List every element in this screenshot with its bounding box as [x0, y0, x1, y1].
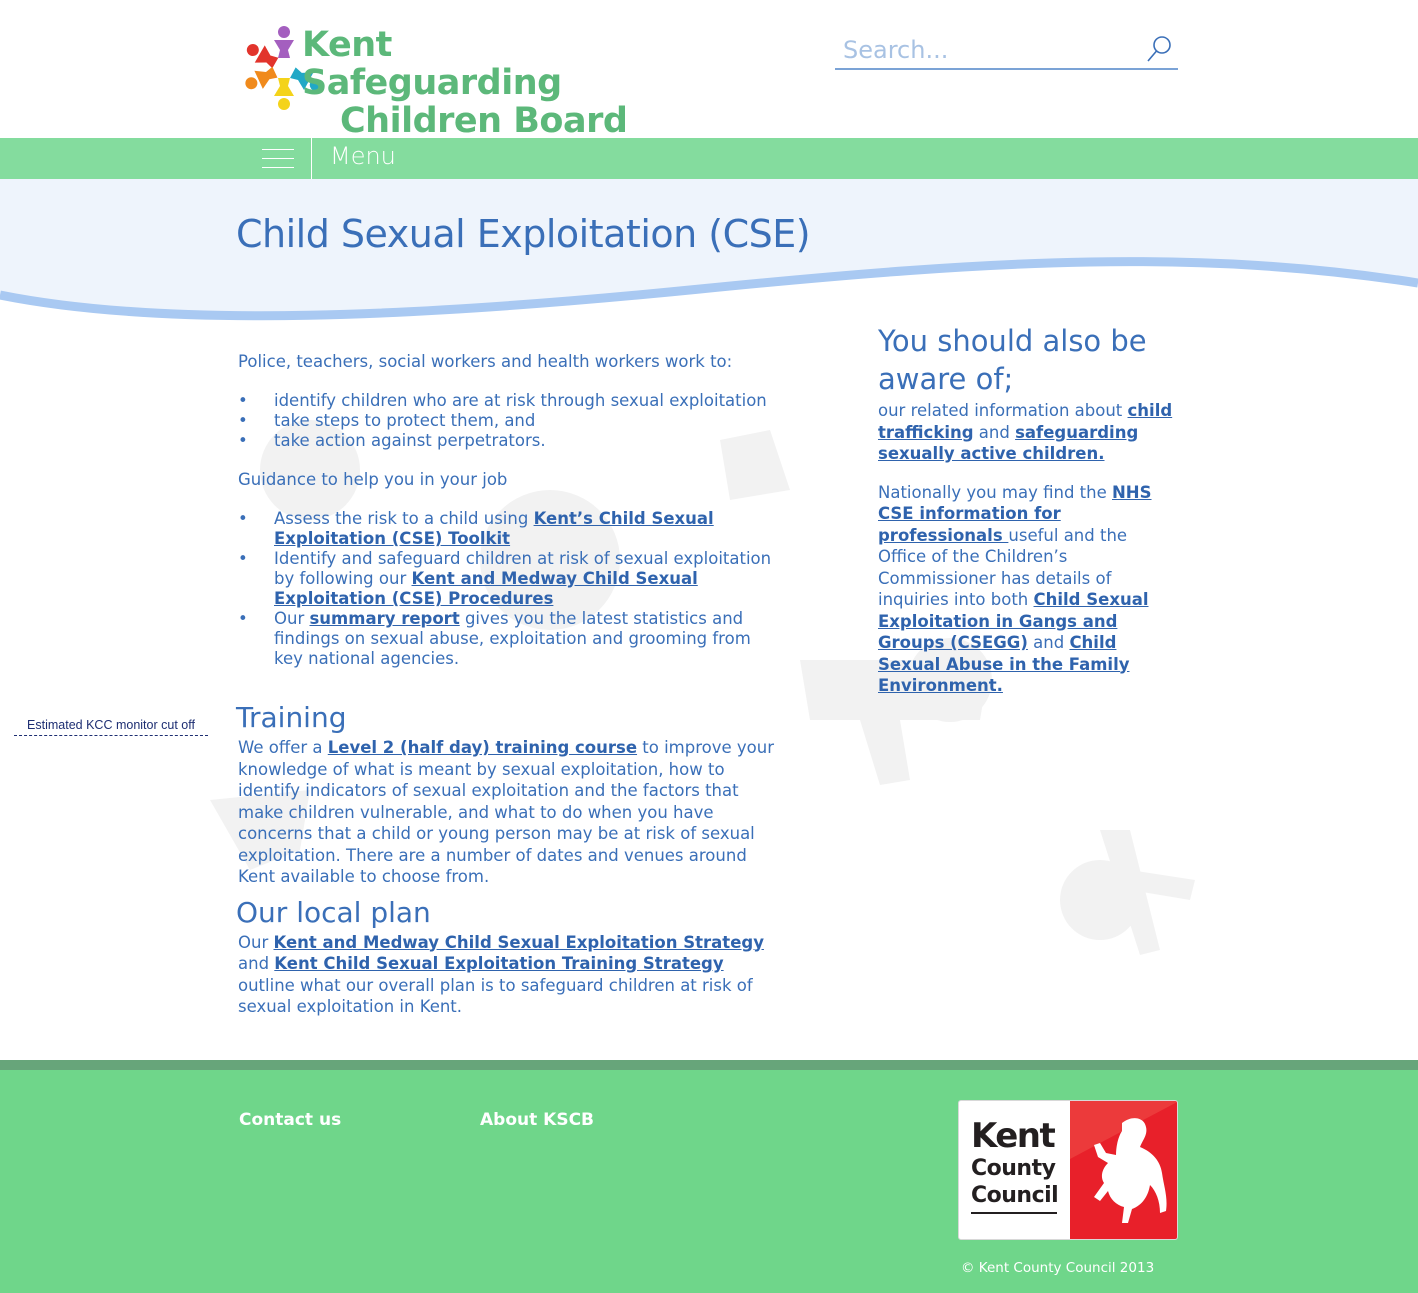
page-title: Child Sexual Exploitation (CSE) — [236, 212, 811, 256]
about-kscb-link[interactable]: About KSCB — [480, 1110, 594, 1130]
guidance-text: Our — [274, 609, 310, 628]
intro-text: Police, teachers, social workers and hea… — [238, 352, 733, 371]
list-item: take action against perpetrators. — [238, 431, 783, 451]
main-content: Police, teachers, social workers and hea… — [236, 352, 783, 1026]
search-input[interactable] — [843, 34, 1133, 66]
menu-bar: Menu — [0, 138, 1418, 179]
title-band-wave — [0, 179, 1418, 321]
kcc-line-1: Kent — [971, 1116, 1056, 1156]
sidebar-text: and — [1027, 633, 1070, 652]
guidance-text: Assess the risk to a child using — [274, 509, 534, 528]
plan-pre: Our — [238, 932, 274, 952]
list-item: take steps to protect them, and — [238, 411, 783, 431]
kcc-line-3: Council — [971, 1183, 1059, 1208]
sidebar-text: Nationally you may find the — [878, 482, 1112, 502]
kcc-red-panel — [1070, 1101, 1177, 1239]
search-box — [835, 30, 1178, 70]
site-logo[interactable]: Kent Safeguarding Children Board — [236, 16, 656, 140]
menu-divider — [311, 138, 312, 179]
kcc-rule — [971, 1212, 1057, 1214]
site-footer: Contact us About KSCB Kent County Counci… — [0, 1060, 1418, 1293]
list-item: Assess the risk to a child using Kent’s … — [238, 509, 783, 549]
training-strategy-link[interactable]: Kent Child Sexual Exploitation Training … — [274, 954, 723, 973]
search-icon[interactable] — [1144, 34, 1174, 64]
plan-mid: and — [238, 954, 275, 973]
list-item: Our summary report gives you the latest … — [238, 609, 783, 669]
plan-post: outline what our overall plan is to safe… — [238, 975, 753, 1017]
training-course-link[interactable]: Level 2 (half day) training course — [328, 738, 637, 757]
kcc-line-2: County — [971, 1156, 1056, 1181]
work-list: identify children who are at risk throug… — [238, 391, 783, 451]
copyright-text: © Kent County Council 2013 — [961, 1260, 1155, 1276]
training-post: to improve your knowledge of what is mea… — [238, 738, 775, 886]
sidebar: You should also be aware of; our related… — [878, 322, 1178, 714]
local-plan-heading: Our local plan — [236, 895, 431, 929]
summary-report-link[interactable]: summary report — [309, 609, 459, 628]
guidance-intro: Guidance to help you in your job — [238, 470, 508, 489]
cse-strategy-link[interactable]: Kent and Medway Child Sexual Exploitatio… — [273, 933, 763, 952]
sidebar-text: and — [973, 422, 1016, 442]
list-item: identify children who are at risk throug… — [238, 391, 783, 411]
local-plan-text: Our Kent and Medway Child Sexual Exploit… — [238, 932, 783, 1018]
training-pre: We offer a — [238, 738, 328, 757]
logo-wordmark: Kent Safeguarding Children Board — [302, 26, 656, 140]
sidebar-paragraph-2: Nationally you may find the NHS CSE info… — [878, 482, 1178, 697]
sidebar-heading: You should also be aware of; — [878, 324, 1147, 396]
training-text: We offer a Level 2 (half day) training c… — [238, 737, 783, 888]
hamburger-icon[interactable] — [262, 146, 296, 172]
sidebar-paragraph-1: our related information about child traf… — [878, 400, 1178, 465]
monitor-cutoff-marker: Estimated KCC monitor cut off — [14, 716, 208, 736]
kcc-logo[interactable]: Kent County Council — [958, 1100, 1178, 1240]
training-heading: Training — [236, 701, 347, 734]
kcc-horse-icon — [1070, 1101, 1177, 1223]
menu-button[interactable]: Menu — [330, 142, 396, 170]
site-header: Kent Safeguarding Children Board — [0, 0, 1418, 140]
list-item: Identify and safeguard children at risk … — [238, 549, 783, 609]
guidance-list: Assess the risk to a child using Kent’s … — [238, 509, 783, 669]
logo-line-1: Kent Safeguarding — [302, 25, 562, 103]
logo-line-2: Children Board — [340, 101, 628, 141]
contact-us-link[interactable]: Contact us — [239, 1110, 341, 1130]
kcc-wordmark: Kent County Council — [971, 1116, 1059, 1209]
sidebar-text: our related information about — [878, 401, 1128, 420]
